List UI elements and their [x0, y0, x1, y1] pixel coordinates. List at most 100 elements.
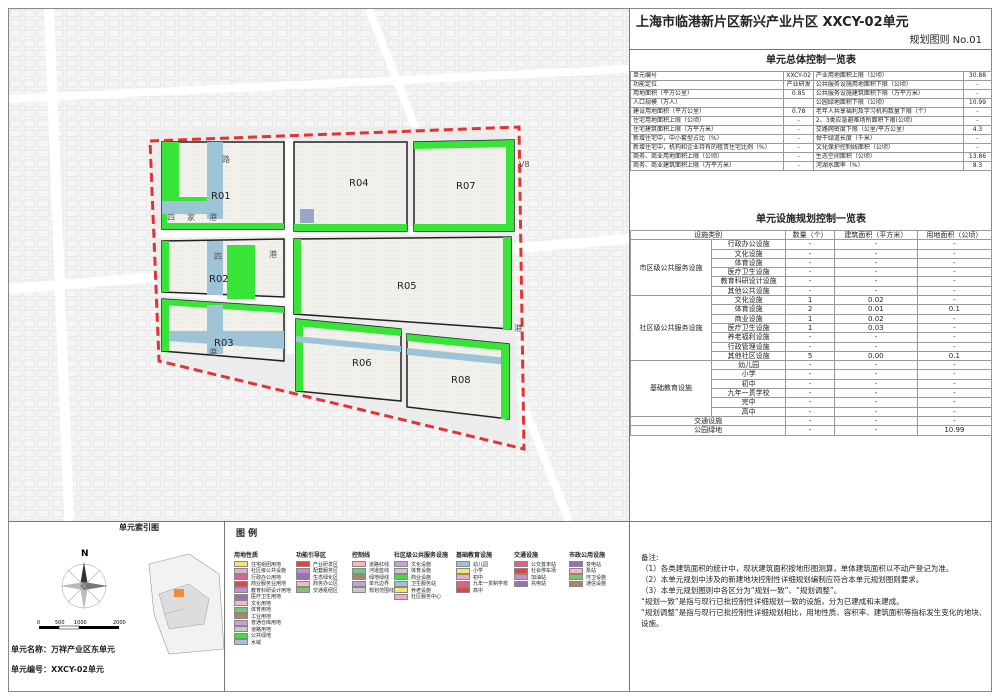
facility-value: -: [916, 341, 993, 352]
legend-swatch-icon: [456, 574, 470, 581]
control-label: 用地面积（平方公里）: [629, 89, 785, 99]
legend-group: 交通设施 公交首末站 社会停车场 加油站 充电站: [514, 550, 556, 587]
facility-table: 设施类别 数量（个） 建筑面积（平方米） 用地面积（公顷） 市区级公共服务设施 行政办公设…: [629, 229, 993, 436]
control-value: 0.78: [783, 107, 814, 117]
north-label: N: [81, 549, 89, 559]
plan-map[interactable]: R01 R02 R03 R04 R05 R06 R07 R08 路 四 家 港 …: [8, 7, 630, 523]
facility-value: -: [916, 239, 993, 250]
facility-name: 行政办公设施: [710, 239, 787, 250]
legend-swatch-icon: [234, 606, 248, 613]
svg-text:0: 0: [37, 620, 40, 626]
legend-swatch-icon: [514, 574, 528, 581]
road-label: 家: [187, 212, 195, 222]
control-value: -: [962, 143, 993, 153]
control-label: 新增住宅中，中小套型占比（%）: [629, 134, 785, 144]
legend-group: 市政公用设施 变电站 泵站 环卫设施 通信设施: [569, 550, 606, 587]
facility-value: -: [785, 360, 835, 371]
legend-swatch-icon: [234, 619, 248, 626]
legend-swatch-icon: [352, 580, 366, 587]
facility-name: 高中: [710, 406, 787, 417]
control-row: 新增住宅中，中小套型占比（%） - 骨干绿道长度（千米） -: [629, 134, 993, 144]
facility-table-heading: 单元设施规划控制一览表: [756, 214, 866, 225]
legend-label: 高中: [473, 587, 484, 594]
road-label: 港: [269, 249, 277, 259]
facility-value: -: [785, 341, 835, 352]
legend-swatch-icon: [234, 574, 248, 581]
control-value: XXCY-02: [783, 71, 814, 81]
facility-name: 完中: [710, 397, 787, 408]
facility-value: -: [785, 369, 835, 380]
facility-value: 0.1: [916, 350, 993, 362]
control-value: 产业研发: [783, 80, 814, 90]
control-label: 住宅建筑面积上限（万平方米）: [629, 125, 785, 135]
facility-value: 1: [785, 322, 835, 334]
facility-value: 0.02: [833, 295, 918, 306]
note-line: “规划调整”是指与现行已批控制性详细规划相比，用地性质、容积率、建筑面积等指标发…: [641, 608, 987, 617]
legend-item: 社区服务中心: [394, 593, 448, 600]
legend-label: 通信设施: [586, 581, 607, 588]
note-line: “规划一致”是指与现行已批控制性详细规划一致的设施，分为已建成和未建成。: [641, 597, 904, 606]
parcel-r02[interactable]: [161, 238, 285, 299]
legend-swatch-icon: [569, 574, 583, 581]
control-row: 功能定位 产业研发 公共服务设施用地面积下限（公顷） -: [629, 80, 993, 90]
control-row: 商务、商业建筑面积上限（万平方米） - 河湖水面率（%） 8.3: [629, 161, 993, 171]
legend-item: 水域: [234, 639, 291, 646]
parcel-r03[interactable]: [161, 298, 285, 362]
control-value: -: [962, 134, 993, 144]
facility-value: -: [833, 257, 918, 269]
control-value: -: [962, 80, 993, 90]
control-label: 公共服务设施用地面积下限（公顷）: [812, 80, 964, 90]
control-label: 生态空间面积（公顷）: [812, 152, 964, 162]
legend-swatch-icon: [234, 632, 248, 639]
facility-value: -: [833, 276, 918, 287]
facility-value: 10.99: [916, 425, 993, 436]
control-label: 建设用地面积（平方公里）: [629, 107, 785, 117]
facility-value: -: [833, 369, 918, 380]
legend-label: 水域: [251, 639, 262, 646]
svg-text:500: 500: [55, 620, 65, 626]
parcel-r06[interactable]: [295, 318, 402, 402]
legend-group: 用地性质 住宅组团用地 社区级公共设施 行政办公用地 商业服务业用地 教育科研设计用地 医疗…: [234, 550, 291, 646]
facility-row: 社区级公共服务设施 文化设施 1 0.02-: [630, 295, 993, 362]
control-label: 功能定位: [629, 80, 785, 90]
facility-value: -: [916, 267, 993, 278]
legend-item: 充电站: [514, 580, 556, 587]
facility-name: 九年一贯学校: [710, 388, 787, 399]
control-label: 新增住宅中，机构和企业持有的租赁住宅比例（%）: [629, 143, 785, 153]
legend-swatch-icon: [234, 593, 248, 600]
plan-map-svg: R01 R02 R03 R04 R05 R06 R07 R08 路 四 家 港 …: [8, 7, 630, 523]
control-label: 交路网密度下限（公里/平方公里）: [812, 125, 964, 135]
control-row: 新增住宅中，机构和企业持有的租赁住宅比例（%） - 文化保护控制线面积（公顷） -: [629, 143, 993, 153]
road-label: 港: [514, 323, 522, 333]
facility-value: -: [833, 397, 918, 408]
legend-swatch-icon: [296, 587, 310, 594]
control-value: 13.86: [962, 152, 993, 162]
facility-value: 0.00: [833, 350, 918, 362]
legend-swatch-icon: [514, 580, 528, 587]
note-line: （1）各类建筑面积的统计中，现状建筑面积按地形图测算，单体建筑面积以不动产登记为…: [641, 564, 954, 573]
facility-value: -: [785, 388, 835, 399]
facility-value: -: [916, 276, 993, 287]
legend-swatch-icon: [234, 626, 248, 633]
legend-swatch-icon: [234, 613, 248, 620]
facility-value: -: [785, 378, 835, 390]
facility-value: -: [916, 313, 993, 324]
facility-group: 社区级公共服务设施: [630, 295, 712, 362]
facility-value: -: [785, 415, 835, 427]
legend-group: 控制线 道路红线 河道蓝线 绿地绿线 单元边界 规划范围线: [352, 550, 394, 594]
facility-value: 0.03: [833, 322, 918, 334]
facility-value: -: [785, 276, 835, 287]
facility-value: -: [785, 406, 835, 417]
facility-value: -: [785, 267, 835, 278]
facility-value: -: [785, 248, 835, 259]
facility-value: -: [916, 388, 993, 399]
control-label: 商务、商业用地面积上限（公顷）: [629, 152, 785, 162]
facility-name: 其他公共设施: [710, 285, 787, 297]
facility-header: 建筑面积（平方米）: [833, 229, 918, 241]
road-label: 四: [167, 213, 175, 222]
facility-value: -: [833, 415, 918, 427]
facility-name: 文化设施: [710, 248, 787, 259]
legend-item: 高中: [456, 587, 508, 594]
legend-swatch-icon: [394, 567, 408, 574]
legend-item: 交通枢纽区: [296, 587, 338, 594]
